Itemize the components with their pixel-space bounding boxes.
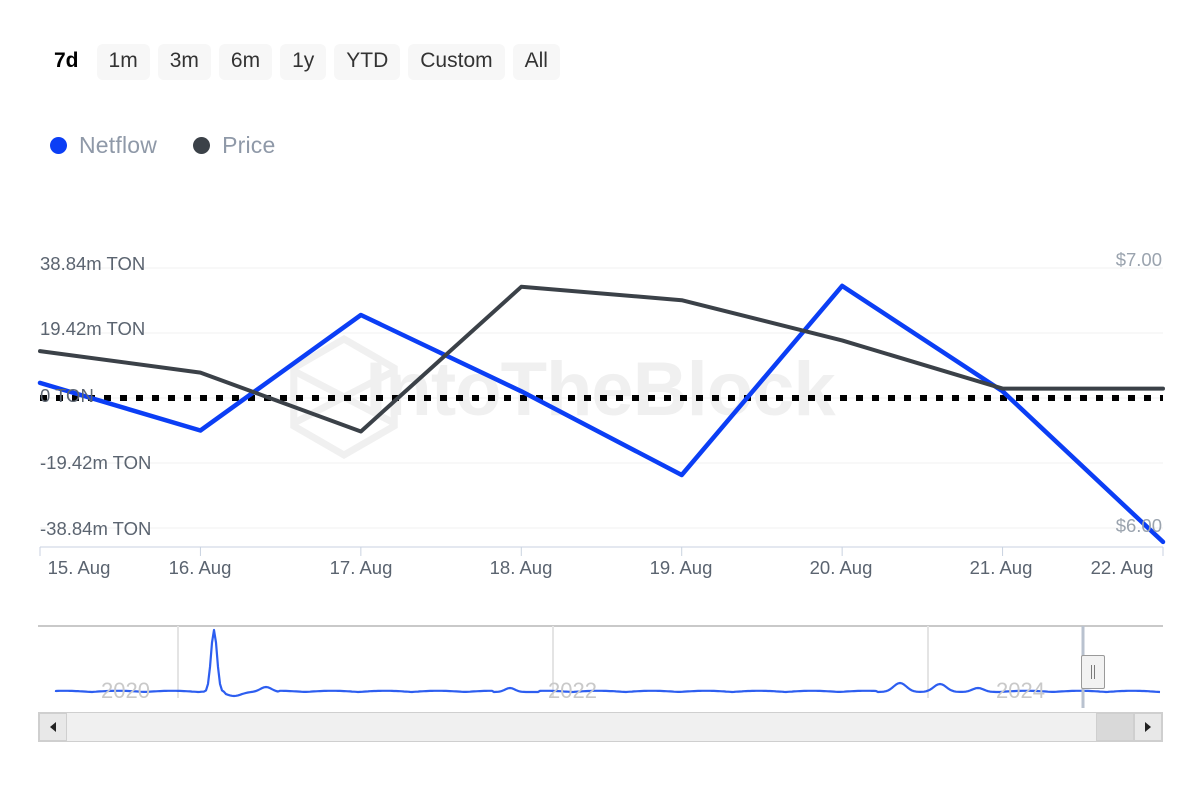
x-axis-label-6: 21. Aug [970, 557, 1033, 579]
circle-dot-icon [193, 137, 210, 154]
range-button-7d[interactable]: 7d [44, 44, 89, 80]
navigator-mini-chart[interactable] [38, 620, 1163, 708]
intotheblock-watermark: IntoTheBlock [294, 339, 837, 455]
y-axis-label-4: -38.84m TON [40, 518, 151, 540]
y-axis-label-3: -19.42m TON [40, 452, 151, 474]
chart-series-lines [40, 286, 1163, 542]
chart-legend: Netflow Price [50, 132, 276, 159]
x-axis-label-1: 16. Aug [169, 557, 232, 579]
range-button-3m[interactable]: 3m [158, 44, 211, 80]
x-axis-label-3: 18. Aug [490, 557, 553, 579]
netflow-price-chart-widget: 7d 1m 3m 6m 1y YTD Custom All Netflow Pr… [0, 0, 1200, 800]
range-button-ytd[interactable]: YTD [334, 44, 400, 80]
x-axis-label-5: 20. Aug [810, 557, 873, 579]
navigator-handle-right[interactable] [1081, 655, 1105, 689]
y2-axis-label-1: $6.00 [1116, 515, 1162, 537]
y-axis-label-2: 0 TON [40, 385, 94, 407]
range-button-1m[interactable]: 1m [97, 44, 150, 80]
legend-item-price[interactable]: Price [193, 132, 275, 159]
x-axis-label-0: 15. Aug [48, 557, 111, 579]
y2-axis-label-0: $7.00 [1116, 249, 1162, 271]
scroll-right-arrow-icon[interactable] [1134, 713, 1162, 741]
chart-gridlines [40, 268, 1163, 547]
circle-dot-icon [50, 137, 67, 154]
navigator-year-2022: 2022 [548, 678, 597, 704]
chart-axis-ticks [40, 547, 1163, 556]
legend-label-netflow: Netflow [79, 132, 157, 159]
x-axis-label-2: 17. Aug [330, 557, 393, 579]
navigator-year-2020: 2020 [101, 678, 150, 704]
range-button-all[interactable]: All [513, 44, 560, 80]
scroll-left-arrow-icon[interactable] [39, 713, 67, 741]
scrollbar-thumb[interactable] [1096, 713, 1134, 741]
x-axis-label-4: 19. Aug [650, 557, 713, 579]
range-selector: 7d 1m 3m 6m 1y YTD Custom All [44, 44, 560, 80]
range-button-1y[interactable]: 1y [280, 44, 326, 80]
y-axis-label-1: 19.42m TON [40, 318, 145, 340]
range-button-6m[interactable]: 6m [219, 44, 272, 80]
navigator-scrollbar[interactable] [38, 712, 1163, 742]
svg-text:IntoTheBlock: IntoTheBlock [365, 347, 836, 432]
y-axis-label-0: 38.84m TON [40, 253, 145, 275]
x-axis-label-7: 22. Aug [1091, 557, 1154, 579]
legend-item-netflow[interactable]: Netflow [50, 132, 157, 159]
navigator-year-2024: 2024 [996, 678, 1045, 704]
legend-label-price: Price [222, 132, 275, 159]
range-button-custom[interactable]: Custom [408, 44, 504, 80]
